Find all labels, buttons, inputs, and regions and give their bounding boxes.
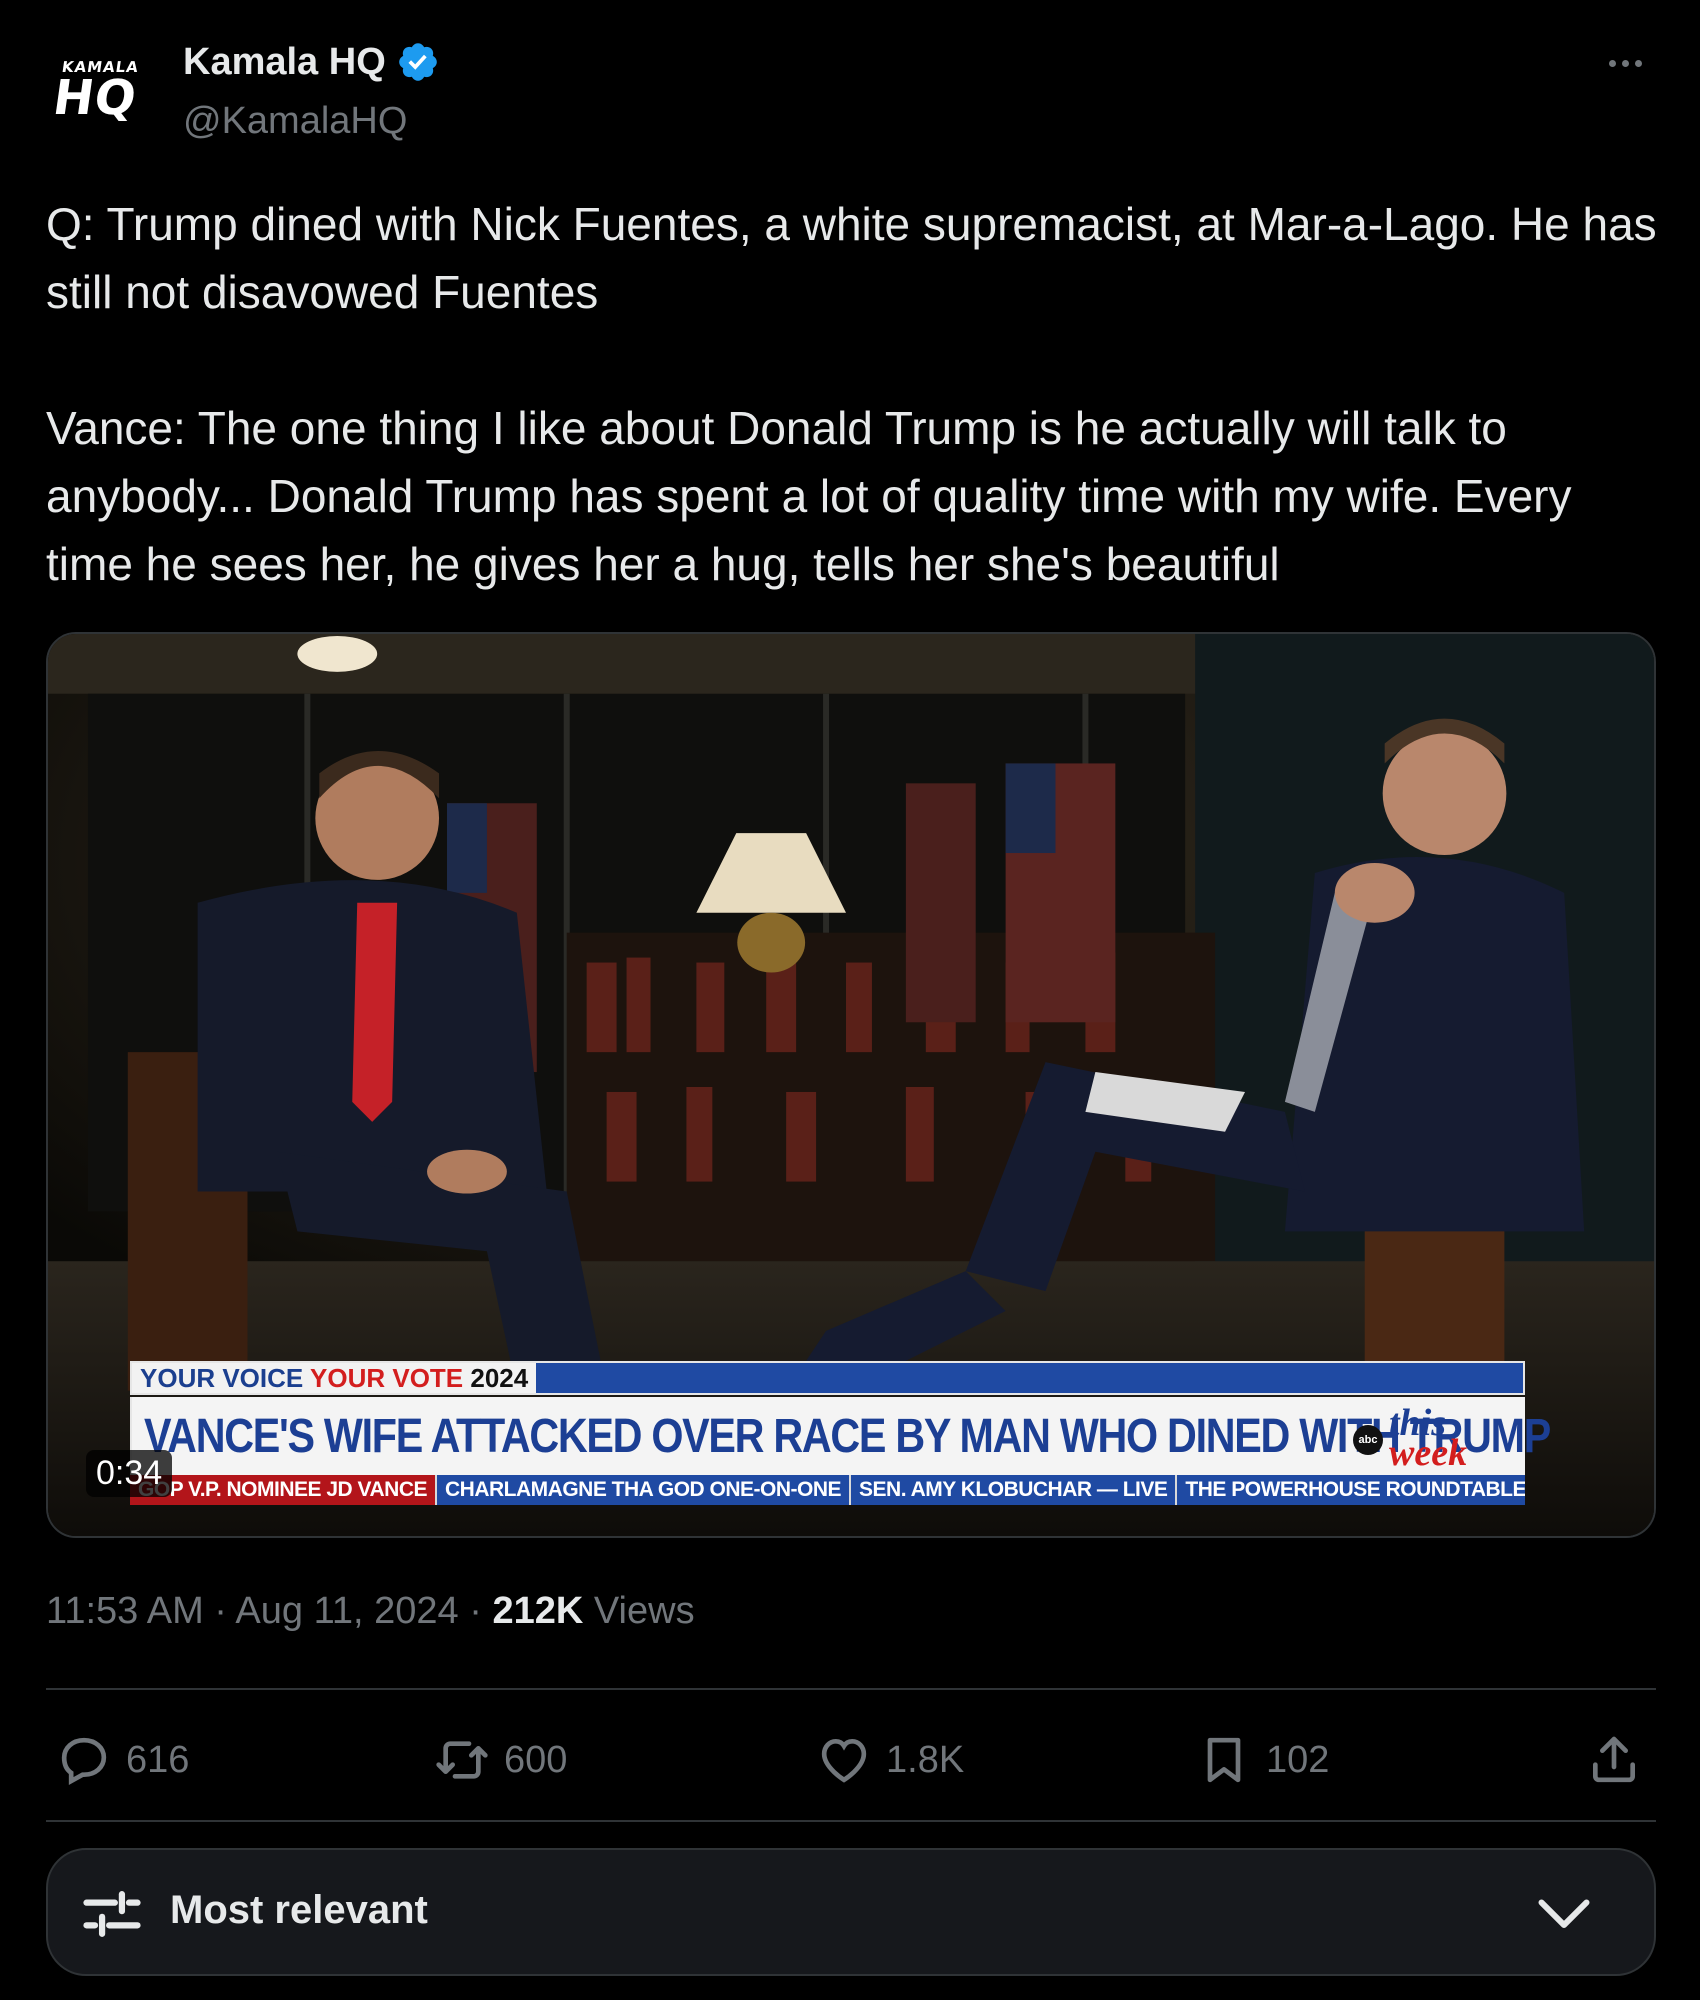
meta-separator: · <box>469 1590 482 1632</box>
author-name-row[interactable]: Kamala HQ <box>183 40 440 84</box>
chyron-tag-year: 2024 <box>470 1363 529 1393</box>
this-week-logo: abc this week <box>1353 1402 1513 1474</box>
chyron-tag: YOUR VOICE YOUR VOTE 2024 <box>132 1363 537 1393</box>
action-bar: 616 600 1.8K 102 <box>46 1720 1656 1800</box>
like-button[interactable]: 1.8K <box>816 1720 964 1800</box>
bookmark-count: 102 <box>1266 1738 1330 1781</box>
more-dot-icon <box>1634 59 1642 67</box>
reply-icon <box>61 1737 107 1785</box>
tweet-meta: 11:53 AM · Aug 11, 2024 · 212K Views <box>46 1590 695 1633</box>
reply-sort-dropdown[interactable]: Most relevant <box>46 1848 1656 1976</box>
heart-icon <box>821 1738 867 1783</box>
meta-separator: · <box>214 1590 227 1632</box>
bookmark-button[interactable]: 102 <box>1196 1720 1329 1800</box>
chyron-top-bar: YOUR VOICE YOUR VOTE 2024 <box>130 1361 1525 1395</box>
repost-icon <box>436 1741 488 1779</box>
tweet-text: Q: Trump dined with Nick Fuentes, a whit… <box>46 198 1657 590</box>
more-dot-icon <box>1621 59 1629 67</box>
chyron-tag-voice: YOUR VOICE <box>140 1363 304 1393</box>
divider <box>46 1688 1656 1690</box>
bookmark-icon <box>1207 1737 1241 1783</box>
share-icon <box>1593 1736 1635 1783</box>
chyron-headline-bar: VANCE'S WIFE ATTACKED OVER RACE BY MAN W… <box>130 1397 1551 1475</box>
filter-sliders-icon <box>83 1891 141 1937</box>
reply-button[interactable]: 616 <box>56 1720 189 1800</box>
views-count: 212K <box>492 1590 584 1632</box>
verified-badge-icon <box>398 43 437 81</box>
repost-button[interactable]: 600 <box>434 1720 567 1800</box>
repost-count: 600 <box>504 1738 568 1781</box>
ticker-item: CHARLAMAGNE THA GOD ONE-ON-ONE <box>437 1475 852 1505</box>
views-label: Views <box>593 1590 695 1632</box>
ticker-item: THE POWERHOUSE ROUNDTABLE <box>1177 1475 1525 1505</box>
video-player[interactable]: YOUR VOICE YOUR VOTE 2024 VANCE'S WIFE A… <box>46 632 1656 1538</box>
tweet-detail: KAMALA HQ Kamala HQ @KamalaHQ Q: Trump d… <box>0 0 1700 2000</box>
author-handle[interactable]: @KamalaHQ <box>183 100 407 143</box>
more-options-button[interactable] <box>1600 48 1650 78</box>
abc-logo-icon: abc <box>1353 1425 1383 1455</box>
chyron-headline: VANCE'S WIFE ATTACKED OVER RACE BY MAN W… <box>144 1410 1551 1463</box>
avatar-text-big: HQ <box>49 70 141 126</box>
tweet-date[interactable]: Aug 11, 2024 <box>235 1590 458 1632</box>
chyron-tag-vote: YOUR VOTE <box>310 1363 464 1393</box>
chevron-down-icon <box>1538 1899 1590 1928</box>
chyron-ticker: GOP V.P. NOMINEE JD VANCE CHARLAMAGNE TH… <box>130 1475 1525 1505</box>
avatar[interactable]: KAMALA HQ <box>44 50 167 140</box>
like-count: 1.8K <box>886 1738 965 1781</box>
logo-week: week <box>1389 1432 1468 1474</box>
share-button[interactable] <box>1586 1720 1642 1800</box>
sort-label: Most relevant <box>170 1888 428 1932</box>
author-display-name[interactable]: Kamala HQ <box>183 41 386 84</box>
divider <box>46 1820 1656 1822</box>
more-dot-icon <box>1608 59 1616 67</box>
video-duration: 0:34 <box>86 1450 173 1497</box>
ticker-item: SEN. AMY KLOBUCHAR — LIVE <box>851 1475 1178 1505</box>
tweet-time[interactable]: 11:53 AM <box>46 1590 204 1632</box>
ticker-item: GOP V.P. NOMINEE JD VANCE <box>130 1475 437 1505</box>
reply-count: 616 <box>126 1738 190 1781</box>
